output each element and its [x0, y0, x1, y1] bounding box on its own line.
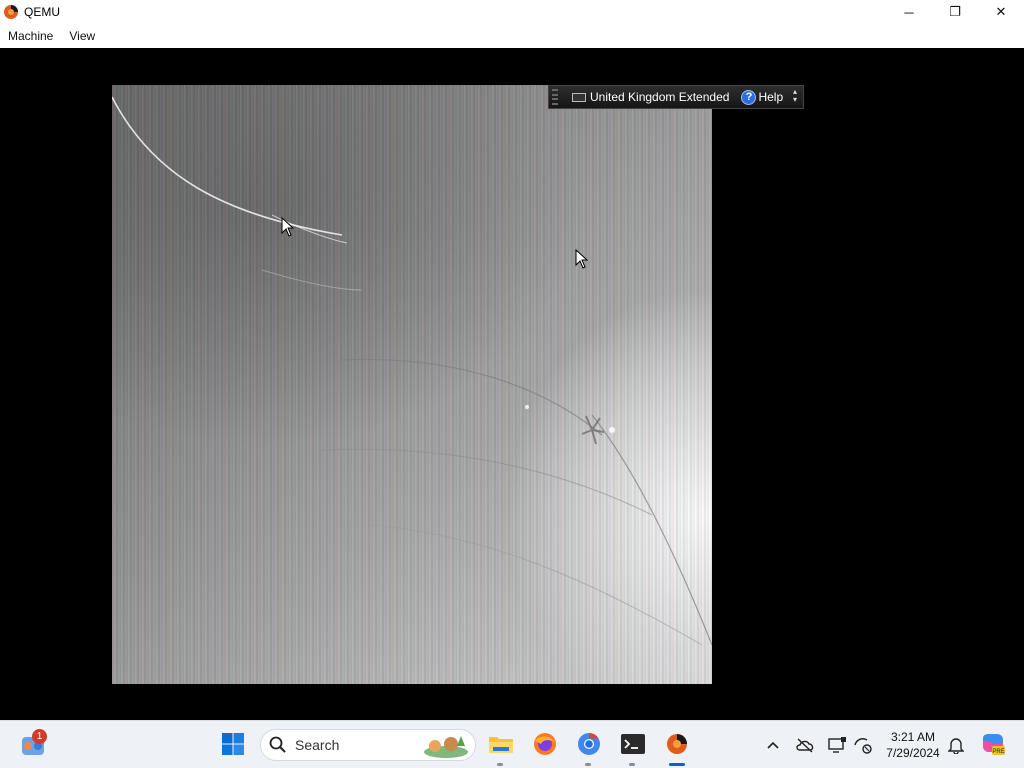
chevron-up-icon[interactable] [763, 735, 783, 755]
mouse-pointer-icon [281, 217, 295, 237]
window-controls: ─ ❐ ✕ [886, 0, 1024, 24]
search-placeholder: Search [295, 737, 340, 753]
window-title: QEMU [24, 5, 60, 19]
menu-view[interactable]: View [61, 29, 103, 43]
taskbar-search[interactable]: Search [260, 729, 476, 761]
minimize-button[interactable]: ─ [886, 0, 932, 24]
active-indicator [669, 763, 685, 766]
file-explorer-icon[interactable] [487, 730, 515, 758]
wallpaper-art [112, 96, 712, 646]
mouse-pointer-icon [575, 249, 589, 269]
running-indicator [497, 763, 503, 766]
keyboard-layout-label[interactable]: United Kingdom Extended [590, 90, 729, 104]
start-icon[interactable] [219, 730, 247, 758]
chrome-icon[interactable] [575, 730, 603, 758]
display-icon[interactable] [827, 735, 847, 755]
firefox-icon[interactable] [531, 730, 559, 758]
help-icon[interactable]: ? [741, 89, 757, 105]
clock[interactable]: 3:21 AM 7/29/2024 [880, 729, 946, 761]
menubar: Machine View [0, 24, 1024, 48]
clock-time: 3:21 AM [890, 730, 936, 744]
guest-screen[interactable] [112, 85, 712, 684]
maximize-button[interactable]: ❐ [932, 0, 978, 24]
network-icon[interactable] [853, 735, 873, 755]
close-button[interactable]: ✕ [978, 0, 1024, 24]
help-label[interactable]: Help [758, 90, 783, 104]
taskbar: 1 Search 3:21 AM 7/29/2024 PRE [0, 720, 1024, 768]
menu-machine[interactable]: Machine [0, 29, 61, 43]
bell-icon[interactable] [946, 735, 966, 755]
widgets-badge: 1 [32, 729, 47, 744]
keyboard-icon [572, 92, 586, 102]
language-bar: United Kingdom Extended ? Help ▴ ▾ [548, 85, 804, 109]
qemu-titlebar: QEMU ─ ❐ ✕ [0, 0, 1024, 24]
copilot-icon[interactable]: PRE [980, 732, 1006, 758]
qemu-app-icon [4, 5, 18, 19]
langbar-grip[interactable] [552, 88, 562, 106]
terminal-icon[interactable] [619, 730, 647, 758]
search-highlight-icon [424, 736, 468, 758]
onedrive-offline-icon[interactable] [795, 735, 815, 755]
running-indicator [629, 763, 635, 766]
search-icon [269, 736, 286, 753]
qemu-icon[interactable] [663, 730, 691, 758]
clock-date: 7/29/2024 [886, 746, 940, 760]
langbar-options-icon[interactable]: ▴ ▾ [789, 88, 801, 106]
svg-text:PRE: PRE [992, 749, 1004, 755]
running-indicator [585, 763, 591, 766]
